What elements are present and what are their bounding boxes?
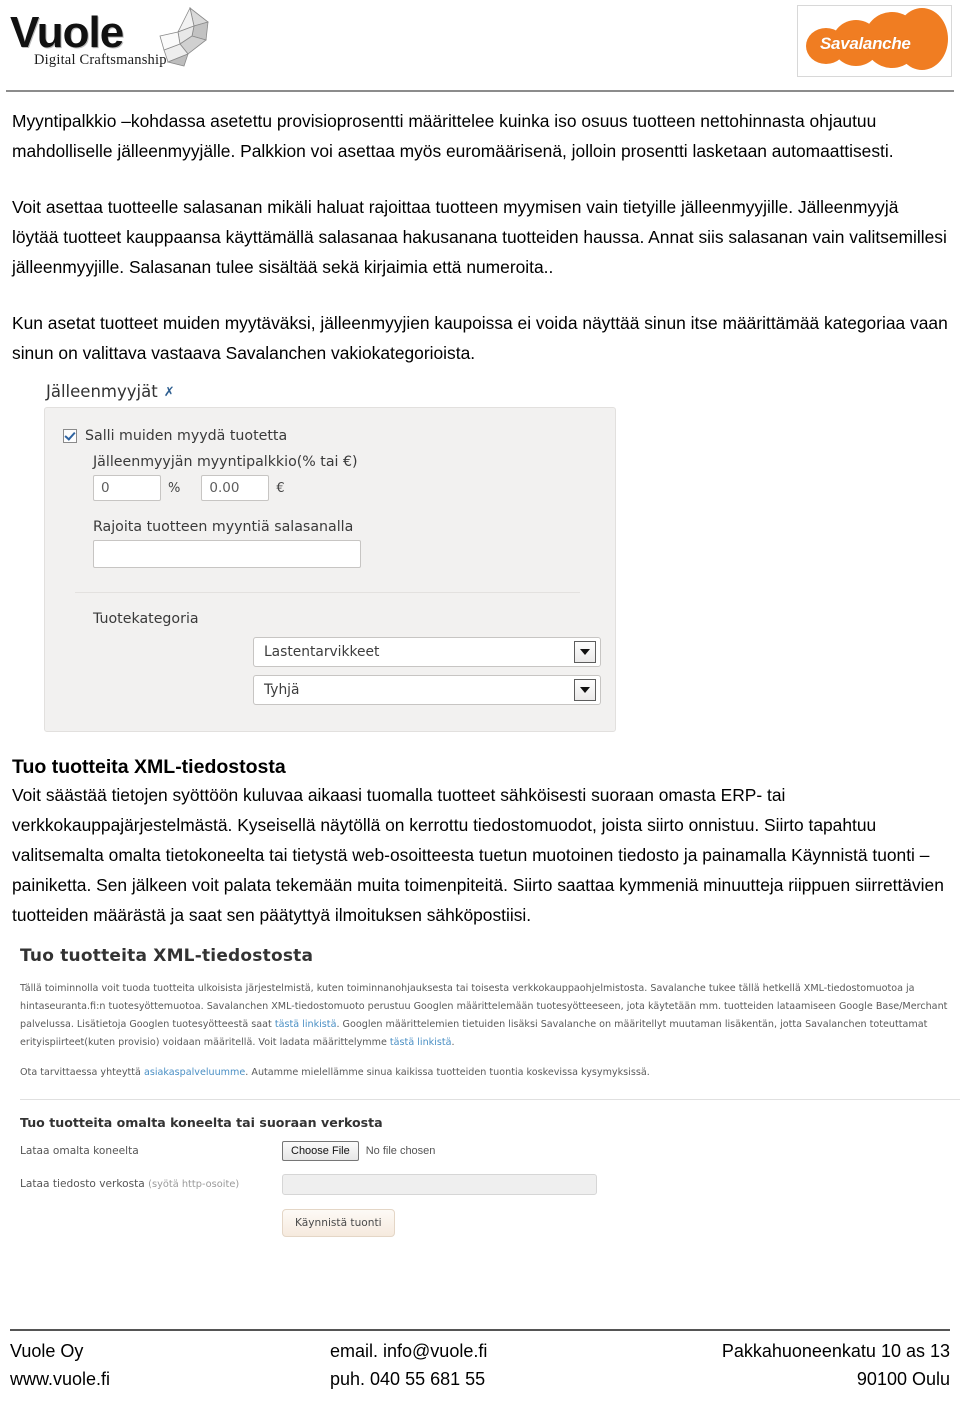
footer-street-address: Pakkahuoneenkatu 10 as 13	[721, 1341, 950, 1361]
url-upload-label-text: Lataa tiedosto verkosta	[20, 1178, 145, 1190]
footer-column-address: Pakkahuoneenkatu 10 as 13 90100 Oulu	[640, 1337, 950, 1393]
origami-bird-icon	[159, 6, 209, 67]
reseller-panel: Salli muiden myydä tuotetta Jälleenmyyjä…	[44, 407, 616, 732]
savalanche-logo: Savalanche	[797, 5, 952, 77]
category-select-primary[interactable]: Lastentarvikkeet	[253, 637, 601, 667]
support-paragraph: Ota tarvittaessa yhteyttä asiakaspalvelu…	[20, 1064, 960, 1082]
footer-column-company: Vuole Oy www.vuole.fi	[10, 1337, 320, 1393]
chevron-down-icon[interactable]: ✗	[164, 385, 175, 400]
footer-email: email. info@vuole.fi	[330, 1341, 488, 1361]
footer-phone: puh. 040 55 681 55	[330, 1369, 486, 1389]
category-select-secondary[interactable]: Tyhjä	[253, 675, 601, 705]
paragraph-xml-import: Voit säästää tietojen syöttöön kuluvaa a…	[12, 785, 944, 925]
import-section-divider	[20, 1099, 960, 1100]
commission-euro-input[interactable]: 0.00	[201, 475, 270, 501]
footer-postal-city: 90100 Oulu	[856, 1369, 950, 1389]
savalanche-spec-link[interactable]: tästä linkistä	[390, 1037, 452, 1048]
file-upload-row: Lataa omalta koneelta Choose File No fil…	[20, 1140, 960, 1162]
footer-company-website: www.vuole.fi	[10, 1369, 111, 1389]
document-body: Myyntipalkkio –kohdassa asetettu provisi…	[0, 92, 960, 1237]
section-heading-xml-import: Tuo tuotteita XML-tiedostosta	[12, 756, 286, 778]
commission-percent-input[interactable]: 0	[93, 475, 161, 501]
no-file-chosen-text: No file chosen	[365, 1145, 436, 1157]
url-upload-row: Lataa tiedosto verkosta (syötä http-osoi…	[20, 1173, 960, 1195]
url-input-field[interactable]	[282, 1173, 597, 1195]
footer-company-name: Vuole Oy	[10, 1341, 84, 1361]
paragraph-category: Kun asetat tuotteet muiden myytäväksi, j…	[12, 313, 948, 363]
category-selects: Lastentarvikkeet Tyhjä	[253, 637, 601, 705]
commission-label: Jälleenmyyjän myyntipalkkio(% tai €)	[93, 454, 358, 470]
vuole-logo: Vuole Digital Craftsmanship	[8, 6, 209, 80]
reseller-section-header[interactable]: Jälleenmyyjät ✗	[46, 382, 622, 401]
paragraph-commission: Myyntipalkkio –kohdassa asetettu provisi…	[12, 111, 894, 161]
reseller-section-title: Jälleenmyyjät	[46, 382, 158, 401]
percent-unit-label: %	[168, 480, 181, 496]
file-upload-label: Lataa omalta koneelta	[20, 1145, 139, 1157]
allow-resell-label: Salli muiden myydä tuotetta	[85, 428, 288, 444]
import-subsection-title: Tuo tuotteita omalta koneelta tai suoraa…	[20, 1115, 383, 1130]
url-upload-label: Lataa tiedosto verkosta (syötä http-osoi…	[20, 1178, 282, 1190]
dropdown-arrow-icon[interactable]	[574, 679, 596, 701]
paragraph-password: Voit asettaa tuotteelle salasanan mikäli…	[12, 197, 947, 277]
password-input[interactable]	[93, 540, 361, 568]
import-screen-title: Tuo tuotteita XML-tiedostosta	[20, 946, 314, 966]
start-import-button[interactable]: Käynnistä tuonti	[282, 1209, 395, 1237]
customer-service-link[interactable]: asiakaspalveluumme	[144, 1067, 245, 1078]
page-header: Vuole Digital Craftsmanship Savalanche	[0, 0, 960, 90]
commission-inputs: 0 % 0.00 €	[93, 475, 597, 501]
support-text-2: . Autamme mielellämme sinua kaikissa tuo…	[245, 1067, 650, 1078]
category-select-secondary-value: Tyhjä	[264, 682, 300, 698]
password-label: Rajoita tuotteen myyntiä salasanalla	[93, 519, 354, 535]
import-info-paragraph: Tällä toiminnolla voit tuoda tuotteita u…	[20, 980, 960, 1052]
xml-import-screenshot: Tuo tuotteita XML-tiedostosta Tällä toim…	[20, 946, 960, 1237]
submit-row: Käynnistä tuonti	[282, 1209, 960, 1237]
dropdown-arrow-icon[interactable]	[574, 641, 596, 663]
google-feed-link[interactable]: tästä linkistä	[275, 1019, 337, 1030]
page-footer: Vuole Oy www.vuole.fi email. info@vuole.…	[0, 1329, 960, 1393]
choose-file-button[interactable]: Choose File	[282, 1141, 359, 1161]
allow-resell-row[interactable]: Salli muiden myydä tuotetta	[63, 428, 597, 444]
url-upload-hint: (syötä http-osoite)	[148, 1179, 240, 1190]
reseller-settings-screenshot: Jälleenmyyjät ✗ Salli muiden myydä tuote…	[30, 382, 622, 732]
import-info-text-3: .	[451, 1037, 455, 1048]
support-text-1: Ota tarvittaessa yhteyttä	[20, 1067, 144, 1078]
product-category-label: Tuotekategoria	[93, 611, 199, 627]
allow-resell-checkbox[interactable]	[63, 429, 77, 443]
footer-column-contact: email. info@vuole.fi puh. 040 55 681 55	[320, 1337, 640, 1393]
panel-divider	[75, 592, 580, 593]
euro-unit-label: €	[276, 480, 285, 496]
category-select-primary-value: Lastentarvikkeet	[264, 644, 380, 660]
savalanche-logo-wordmark: Savalanche	[820, 34, 911, 53]
footer-divider	[10, 1329, 950, 1331]
